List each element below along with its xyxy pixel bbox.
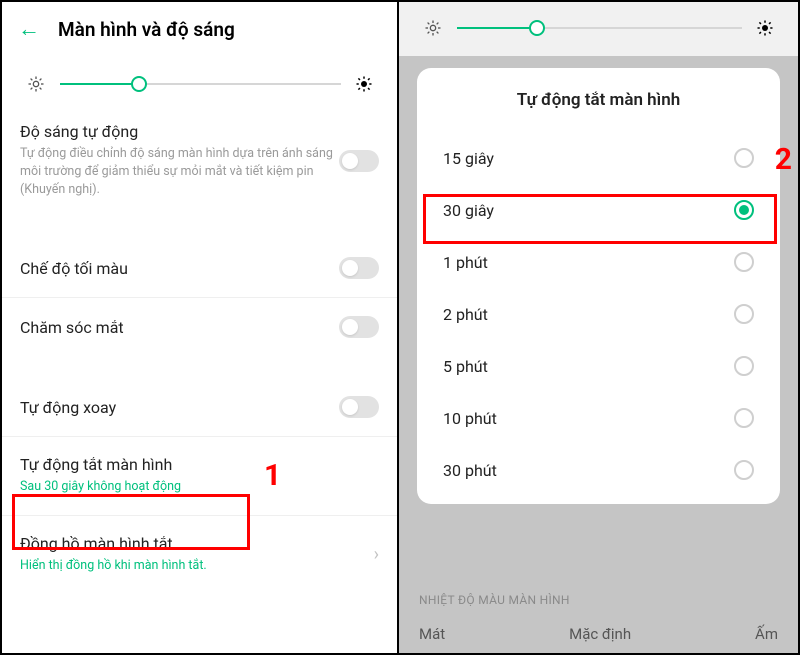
screen-off-row[interactable]: Tự động tắt màn hình Sau 30 giây không h…: [2, 441, 397, 510]
page-title: Màn hình và độ sáng: [58, 18, 235, 41]
callout-2: 2: [775, 142, 792, 177]
option-label: 30 giây: [443, 201, 494, 220]
callout-1: 1: [264, 458, 281, 493]
auto-rotate-row[interactable]: Tự động xoay: [2, 382, 397, 432]
option-label: 10 phút: [443, 409, 497, 428]
dialog-title: Tự động tắt màn hình: [441, 90, 756, 110]
option-1m[interactable]: 1 phút: [441, 236, 756, 288]
sun-high-icon: [756, 19, 774, 37]
row-title: Tự động xoay: [20, 398, 339, 417]
radio-icon: [734, 356, 754, 376]
sun-high-icon: [355, 75, 373, 93]
option-15s[interactable]: 15 giây: [441, 132, 756, 184]
dark-mode-toggle[interactable]: [339, 257, 379, 279]
temp-cool[interactable]: Mát: [419, 625, 445, 643]
row-title: Độ sáng tự động: [20, 122, 339, 141]
dialog-screen: NHIỆT ĐỘ MÀU MÀN HÌNH Mát Mặc định Ấm Tự…: [399, 2, 798, 653]
sun-low-icon: [423, 18, 443, 38]
row-title: Đồng hồ màn hình tắt: [20, 534, 366, 553]
color-temp-section: NHIỆT ĐỘ MÀU MÀN HÌNH Mát Mặc định Ấm: [399, 593, 798, 653]
brightness-slider-row: [399, 2, 798, 50]
settings-screen: ← Màn hình và độ sáng: [2, 2, 399, 653]
temp-default[interactable]: Mặc định: [569, 625, 631, 643]
row-desc: Hiển thị đồng hồ khi màn hình tắt.: [20, 557, 366, 575]
option-5m[interactable]: 5 phút: [441, 340, 756, 392]
always-on-row[interactable]: Đồng hồ màn hình tắt Hiển thị đồng hồ kh…: [2, 520, 397, 589]
brightness-slider[interactable]: [457, 18, 742, 38]
screen-off-dialog: Tự động tắt màn hình 15 giây 30 giây 1 p…: [417, 68, 780, 504]
brightness-slider[interactable]: [60, 74, 341, 94]
eye-care-toggle[interactable]: [339, 316, 379, 338]
option-10m[interactable]: 10 phút: [441, 392, 756, 444]
sun-low-icon: [26, 74, 46, 94]
row-title: Chăm sóc mắt: [20, 318, 339, 337]
radio-icon: [734, 408, 754, 428]
auto-brightness-row[interactable]: Độ sáng tự động Tự động điều chỉnh độ sá…: [2, 108, 397, 213]
row-desc: Tự động điều chỉnh độ sáng màn hình dựa …: [20, 145, 339, 199]
option-30s[interactable]: 30 giây: [441, 184, 756, 236]
chevron-right-icon: ›: [374, 544, 379, 565]
back-icon[interactable]: ←: [18, 16, 40, 42]
row-desc: Sau 30 giây không hoạt động: [20, 478, 379, 496]
option-2m[interactable]: 2 phút: [441, 288, 756, 340]
option-30m[interactable]: 30 phút: [441, 444, 756, 496]
eye-care-row[interactable]: Chăm sóc mắt: [2, 302, 397, 352]
auto-brightness-toggle[interactable]: [339, 150, 379, 172]
radio-icon: [734, 304, 754, 324]
radio-icon: [734, 460, 754, 480]
temp-warm[interactable]: Ấm: [755, 625, 778, 643]
row-title: Tự động tắt màn hình: [20, 455, 379, 474]
row-title: Chế độ tối màu: [20, 259, 339, 278]
option-label: 5 phút: [443, 357, 488, 376]
radio-icon: [734, 252, 754, 272]
auto-rotate-toggle[interactable]: [339, 396, 379, 418]
option-label: 15 giây: [443, 149, 494, 168]
dark-mode-row[interactable]: Chế độ tối màu: [2, 243, 397, 293]
option-label: 2 phút: [443, 305, 488, 324]
option-label: 1 phút: [443, 253, 488, 272]
section-label: NHIỆT ĐỘ MÀU MÀN HÌNH: [419, 593, 778, 607]
radio-selected-icon: [734, 200, 754, 220]
brightness-slider-row: [2, 52, 397, 108]
header: ← Màn hình và độ sáng: [2, 2, 397, 52]
option-label: 30 phút: [443, 461, 497, 480]
radio-icon: [734, 148, 754, 168]
